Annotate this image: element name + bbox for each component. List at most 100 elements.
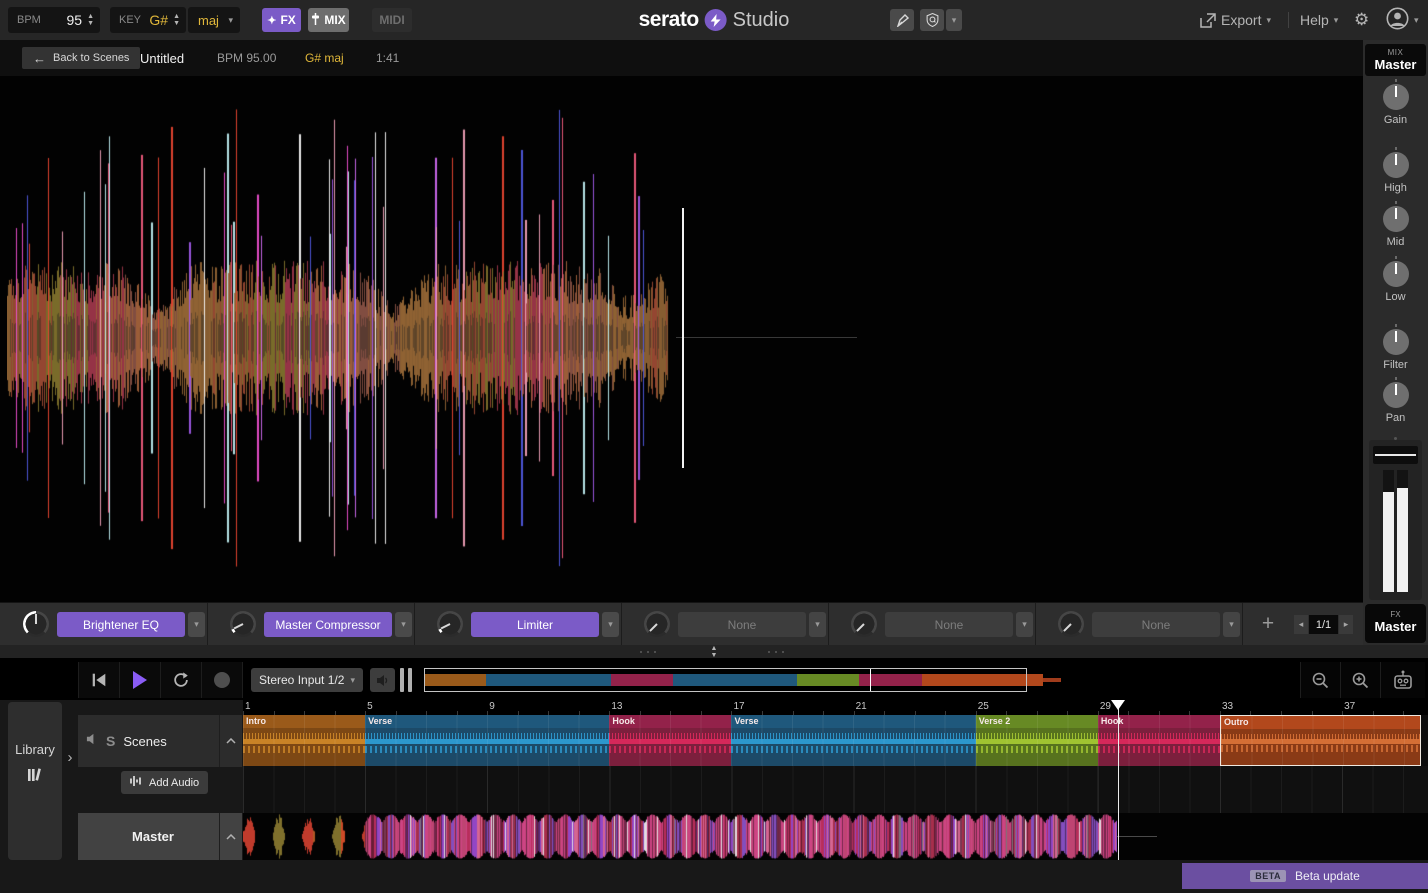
skip-to-start-button[interactable] (78, 662, 120, 698)
mix-knob-label: Mid (1363, 236, 1428, 248)
audio-input-select[interactable]: Stereo Input 1/2 ▾ (251, 668, 363, 692)
fx-slot-button[interactable]: Limiter (471, 612, 599, 637)
scene-lane[interactable]: IntroVerseHookVerseVerse 2HookOutro (243, 715, 1428, 766)
song-title[interactable]: Untitled (140, 40, 184, 76)
mix-knob[interactable] (1383, 329, 1409, 355)
mix-knob-label: Filter (1363, 359, 1428, 371)
transport-bar: Stereo Input 1/2 ▾ (0, 660, 1428, 700)
fx-slot-dropdown[interactable]: ▾ (188, 612, 205, 637)
pen-tool-button[interactable] (890, 9, 914, 31)
key-value[interactable]: G# (149, 12, 168, 28)
key-scale-select[interactable]: maj ▾ (188, 7, 240, 33)
scene-clip[interactable]: Outro (1220, 715, 1421, 766)
scene-clip[interactable]: Verse (365, 715, 609, 766)
song-overview (424, 664, 1064, 696)
key-control[interactable]: KEY G# ▲▼ (110, 7, 186, 33)
fx-knob[interactable] (230, 611, 256, 637)
clip-pattern (1221, 716, 1420, 765)
bpm-stepper[interactable]: ▲▼ (82, 13, 100, 27)
mix-knob[interactable] (1383, 206, 1409, 232)
collapse-scenes-button[interactable] (219, 715, 242, 767)
fx-mode-button[interactable]: ✦FX (262, 8, 301, 32)
fx-slot-dropdown[interactable]: ▾ (602, 612, 619, 637)
mix-knob[interactable] (1383, 382, 1409, 408)
panel-resize-handle[interactable]: ▲▼ (704, 645, 724, 659)
mix-knob[interactable] (1383, 84, 1409, 110)
mix-knob[interactable] (1383, 261, 1409, 287)
record-button[interactable] (202, 662, 243, 698)
input-monitor-button[interactable] (370, 668, 395, 692)
export-button[interactable]: Export▾ (1200, 0, 1271, 40)
arrange-view[interactable] (0, 76, 1363, 602)
scene-clip[interactable]: Intro (243, 715, 365, 766)
zoom-in-button[interactable] (1340, 662, 1380, 698)
add-audio-button[interactable]: Add Audio (121, 771, 208, 794)
fx-slot-dropdown[interactable]: ▾ (1223, 612, 1240, 637)
tool-dropdown-button[interactable]: ▾ (946, 9, 962, 31)
fx-slot: None ▾ (837, 603, 1043, 645)
fx-knob[interactable] (23, 611, 49, 637)
timeline-playhead[interactable] (1118, 700, 1119, 860)
library-toggle[interactable]: Library (8, 702, 62, 860)
master-track-header[interactable]: Master (78, 813, 242, 860)
add-fx-button[interactable]: + (1256, 612, 1280, 636)
help-button[interactable]: Help▾ (1300, 0, 1338, 40)
fx-slot-dropdown[interactable]: ▾ (809, 612, 826, 637)
library-expand-button[interactable]: › (63, 748, 77, 768)
fx-knob[interactable] (644, 611, 670, 637)
key-stepper[interactable]: ▲▼ (168, 13, 186, 27)
master-waveform (243, 813, 1117, 860)
mix-knob[interactable] (1383, 152, 1409, 178)
solo-button[interactable]: S (106, 733, 115, 749)
fx-slot-divider (1035, 603, 1036, 645)
zoom-out-icon (1312, 672, 1329, 689)
fx-panel-label: FX (1365, 610, 1426, 619)
fx-slot-button[interactable]: None (678, 612, 806, 637)
fx-knob[interactable] (437, 611, 463, 637)
fx-page-prev-button[interactable]: ◂ (1294, 615, 1308, 634)
midi-button[interactable]: MIDI (372, 8, 412, 32)
scene-clip[interactable]: Verse (731, 715, 975, 766)
key-label: KEY (110, 14, 141, 26)
fx-slot-dropdown[interactable]: ▾ (395, 612, 412, 637)
scene-clip[interactable]: Verse 2 (976, 715, 1098, 766)
chevron-up-icon (226, 738, 236, 744)
play-button[interactable] (120, 662, 161, 698)
count-in-button[interactable] (400, 668, 412, 692)
mute-speaker-icon[interactable] (86, 732, 98, 750)
bpm-control[interactable]: BPM 95 ▲▼ (8, 7, 100, 33)
fx-slot-button[interactable]: Master Compressor (264, 612, 392, 637)
mix-channel-name: Master (1365, 57, 1426, 72)
collapse-master-button[interactable] (219, 813, 242, 860)
back-to-scenes-button[interactable]: ← Back to Scenes (22, 47, 140, 69)
logo-studio-text: Studio (733, 9, 790, 32)
fx-slot-button[interactable]: None (885, 612, 1013, 637)
fx-slot-divider (621, 603, 622, 645)
fader-handle[interactable] (1373, 446, 1418, 464)
bar-number: 25 (978, 701, 989, 712)
playhead-marker[interactable] (1111, 700, 1125, 710)
fx-page-next-button[interactable]: ▸ (1339, 615, 1353, 634)
scenes-track-header[interactable]: S Scenes (78, 715, 242, 767)
settings-button[interactable]: ⚙ (1354, 0, 1369, 40)
scene-clip[interactable]: Hook (1098, 715, 1220, 766)
loop-button[interactable] (161, 662, 202, 698)
fx-knob[interactable] (851, 611, 877, 637)
beta-update-button[interactable]: BETA Beta update (1182, 863, 1428, 889)
master-track-lane[interactable] (243, 813, 1428, 860)
quantize-button[interactable] (920, 9, 944, 31)
overview-viewport[interactable] (424, 668, 1027, 692)
empty-track-area[interactable] (243, 766, 1428, 813)
mix-mode-button[interactable]: MIX (308, 8, 349, 32)
fx-slot-button[interactable]: Brightener EQ (57, 612, 185, 637)
bpm-value[interactable]: 95 (66, 12, 82, 28)
assistant-button[interactable] (1380, 662, 1425, 698)
fx-slot-dropdown[interactable]: ▾ (1016, 612, 1033, 637)
scene-clip[interactable]: Hook (609, 715, 731, 766)
fx-slot-button[interactable]: None (1092, 612, 1220, 637)
zoom-out-button[interactable] (1300, 662, 1340, 698)
timeline[interactable]: 15913172125293337 IntroVerseHookVerseVer… (243, 700, 1428, 862)
fx-knob[interactable] (1058, 611, 1084, 637)
bar-ruler[interactable]: 15913172125293337 (243, 700, 1428, 715)
account-button[interactable]: ▾ (1386, 0, 1419, 40)
